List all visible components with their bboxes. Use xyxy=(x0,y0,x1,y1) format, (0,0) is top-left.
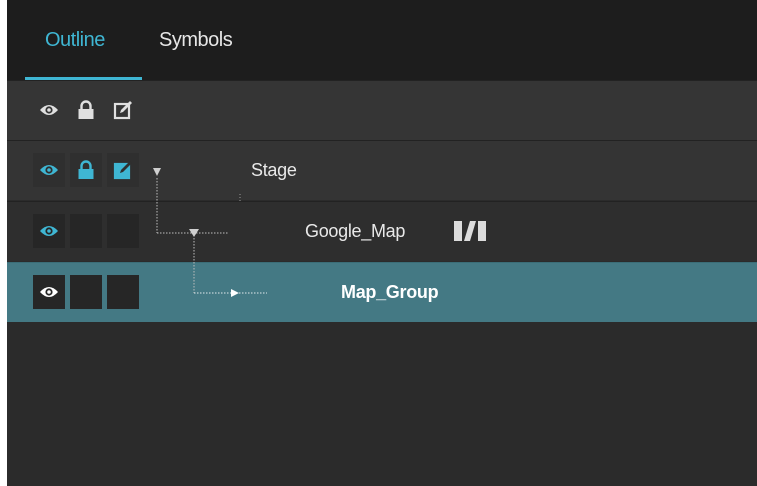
layer-name-google-map[interactable]: Google_Map xyxy=(305,202,405,261)
stage-lock-toggle[interactable] xyxy=(70,153,102,187)
toggle-all-edit[interactable] xyxy=(107,93,139,127)
toggle-all-lock[interactable] xyxy=(70,93,102,127)
google-map-visibility-toggle[interactable] xyxy=(33,214,65,248)
tab-symbols[interactable]: Symbols xyxy=(159,0,233,80)
eye-icon xyxy=(40,165,58,175)
toggle-all-visibility[interactable] xyxy=(33,93,65,127)
edit-icon xyxy=(113,101,132,120)
stage-visibility-toggle[interactable] xyxy=(33,153,65,187)
column-header-row xyxy=(7,80,757,140)
eye-icon xyxy=(40,105,58,115)
layer-row-stage[interactable]: Stage xyxy=(7,140,757,200)
map-group-visibility-toggle[interactable] xyxy=(33,275,65,309)
stage-edit-toggle[interactable] xyxy=(107,153,139,187)
map-group-lock-toggle[interactable] xyxy=(70,275,102,309)
edit-icon xyxy=(113,161,132,180)
symbol-icon xyxy=(454,221,486,241)
tab-outline[interactable]: Outline xyxy=(45,0,105,80)
google-map-edit-toggle[interactable] xyxy=(107,214,139,248)
outline-panel: Outline Symbols Stage Google_Map Map_Gro… xyxy=(7,0,757,486)
layer-name-map-group[interactable]: Map_Group xyxy=(341,263,439,322)
eye-icon xyxy=(40,287,58,297)
lock-icon xyxy=(78,160,94,179)
map-group-edit-toggle[interactable] xyxy=(107,275,139,309)
layer-name-stage[interactable]: Stage xyxy=(251,141,297,200)
layer-row-google-map[interactable]: Google_Map xyxy=(7,201,757,261)
layer-row-map-group[interactable]: Map_Group xyxy=(7,262,757,322)
google-map-lock-toggle[interactable] xyxy=(70,214,102,248)
tab-bar: Outline Symbols xyxy=(7,0,757,81)
lock-icon xyxy=(78,100,94,119)
eye-icon xyxy=(40,226,58,236)
